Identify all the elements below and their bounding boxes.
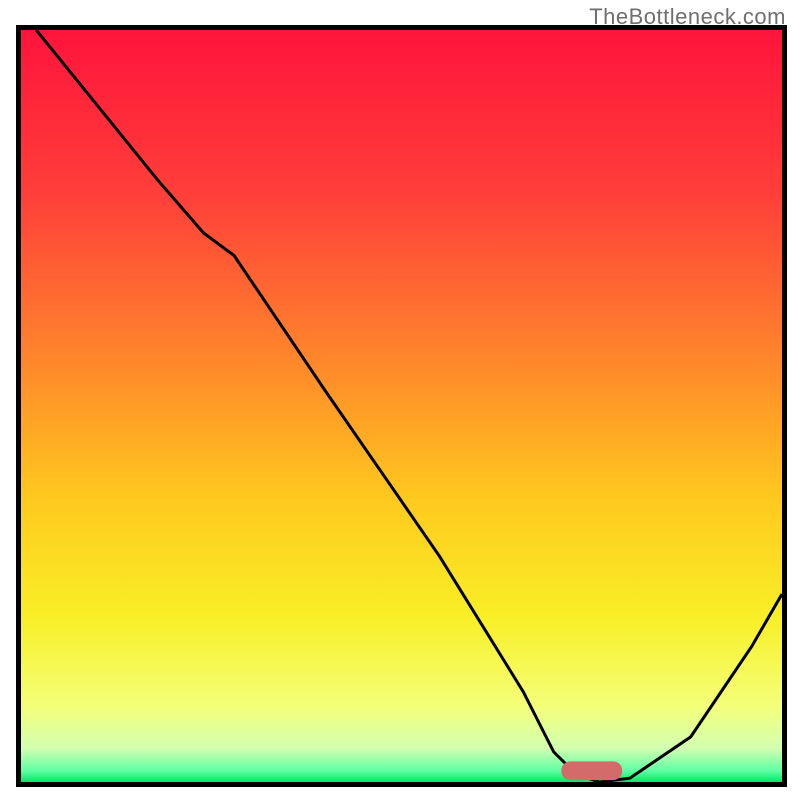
plot-background — [21, 30, 782, 782]
chart-container: { "watermark": "TheBottleneck.com", "col… — [0, 0, 800, 800]
bottleneck-chart — [0, 0, 800, 800]
optimal-marker — [561, 761, 622, 780]
